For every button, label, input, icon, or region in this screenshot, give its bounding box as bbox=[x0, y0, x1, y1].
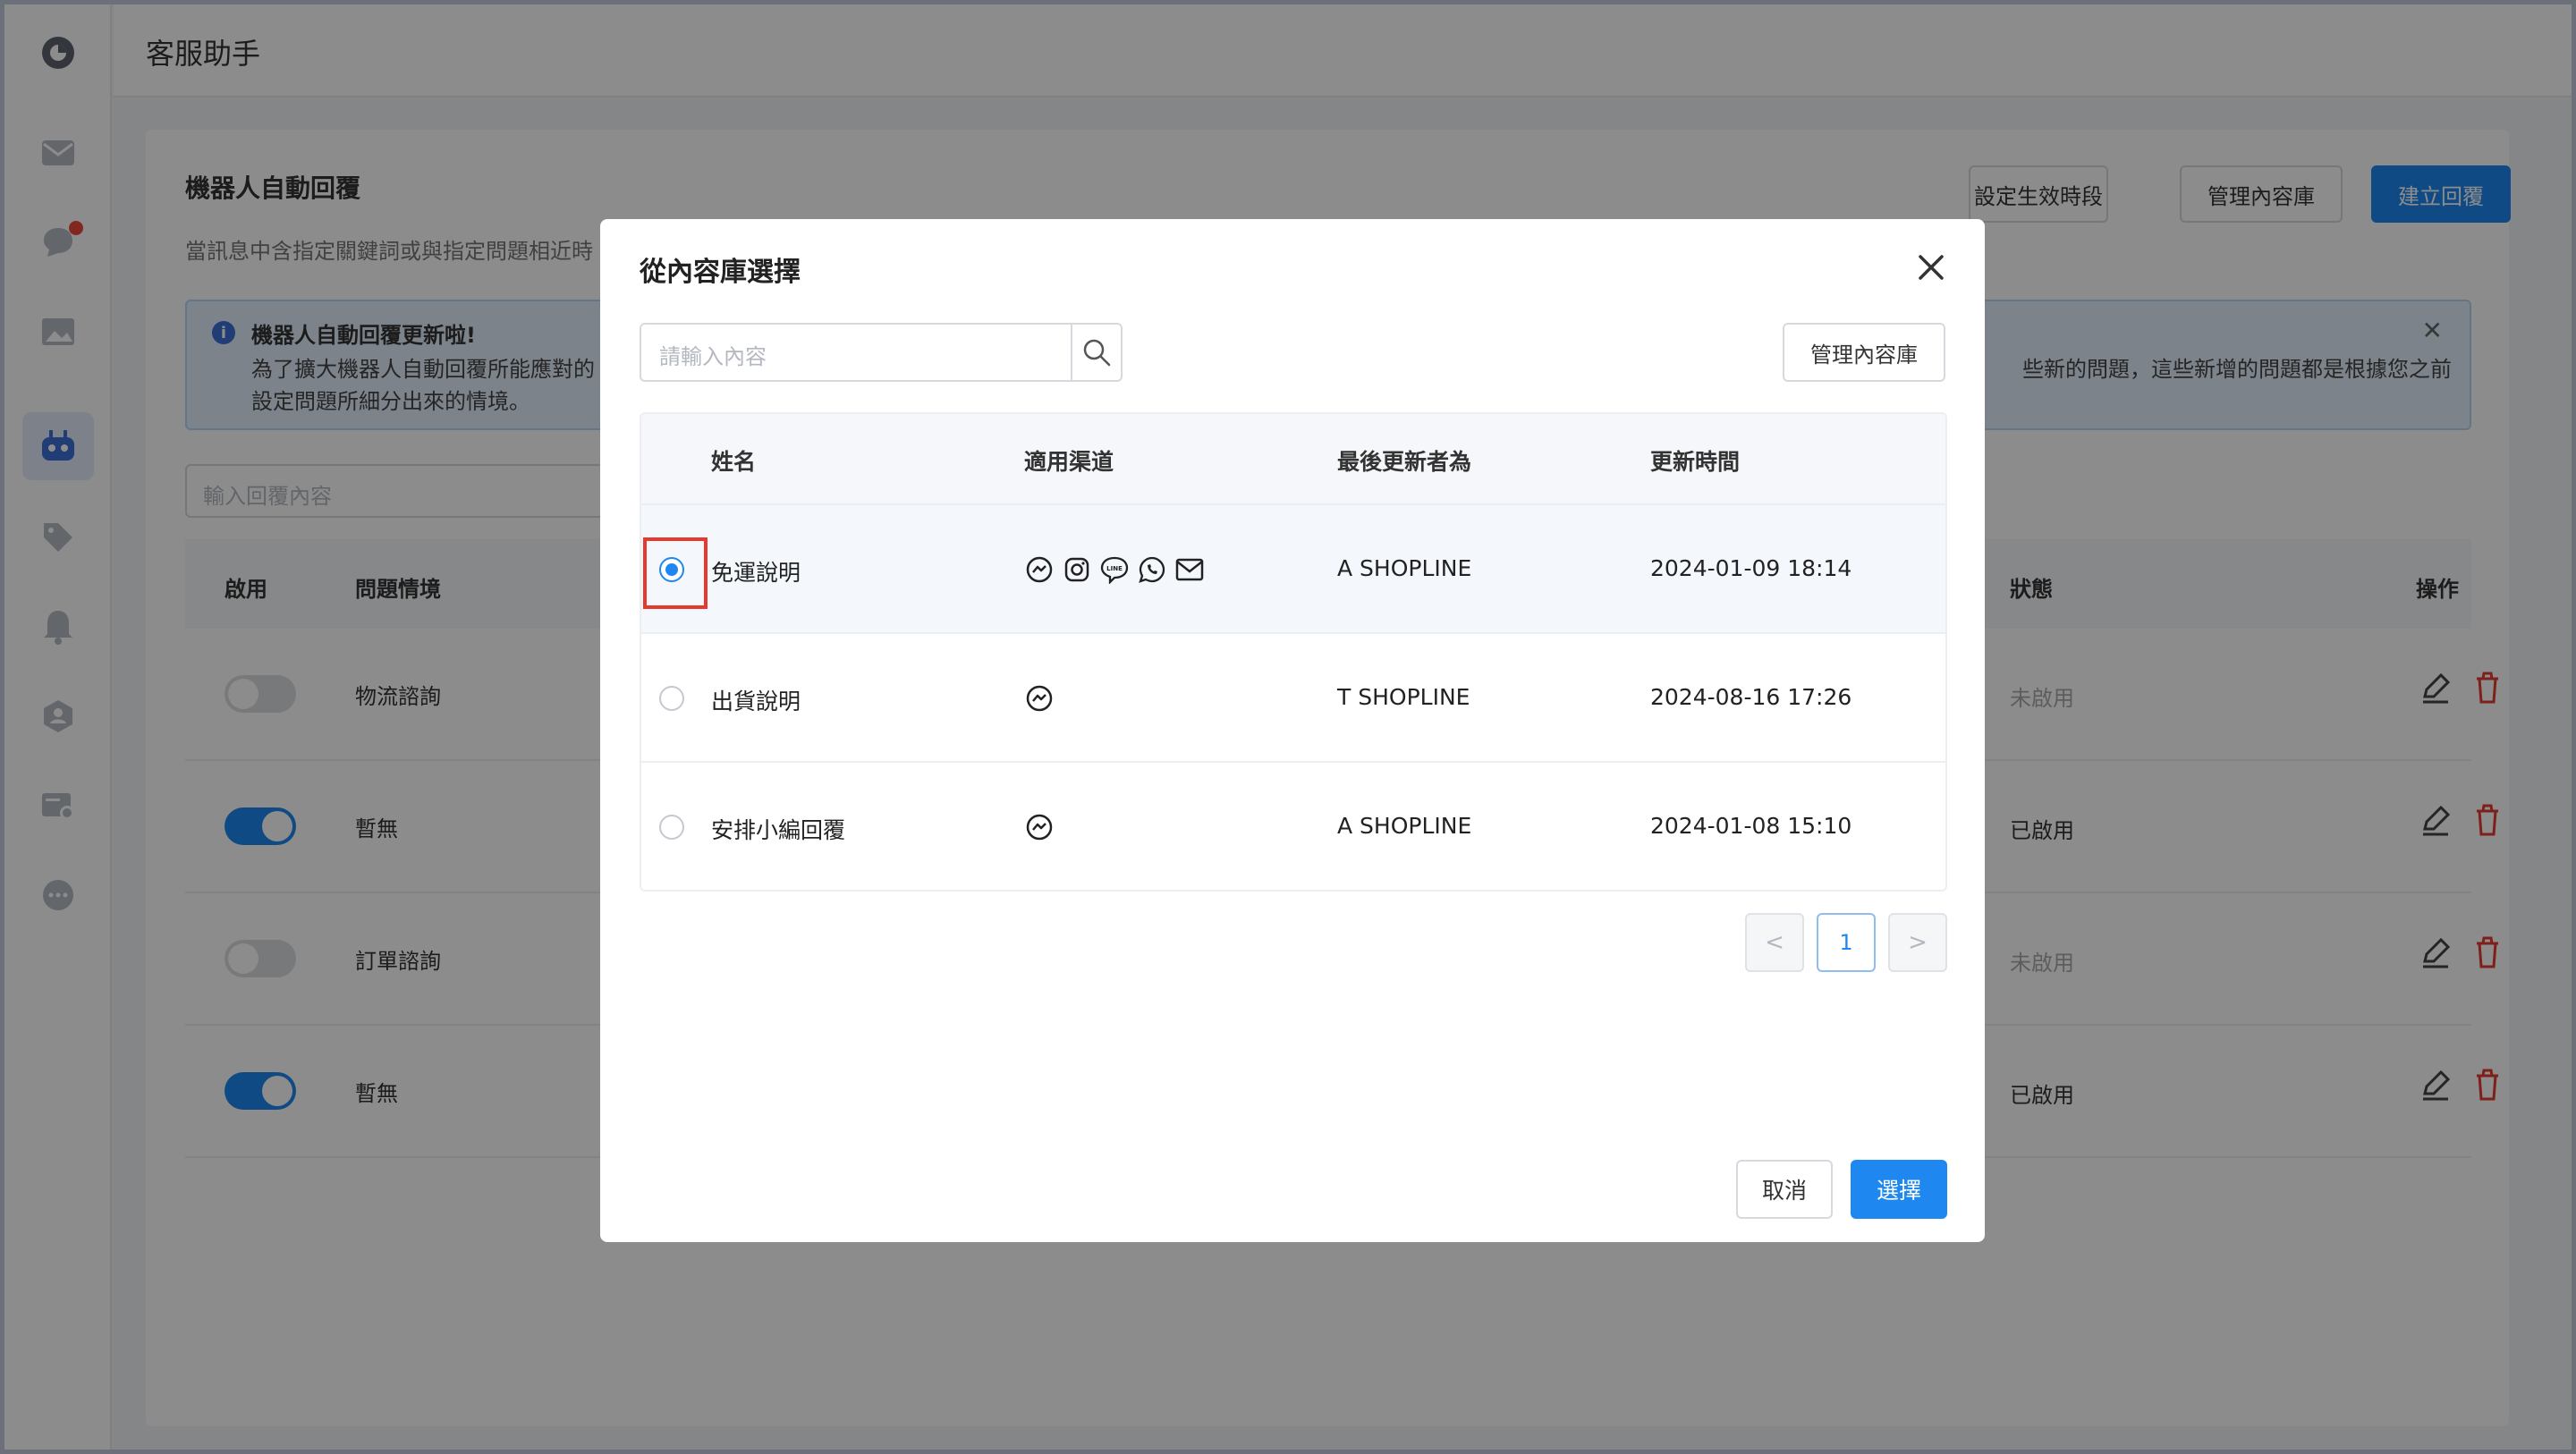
messenger-icon bbox=[1024, 683, 1055, 714]
row-updated-at: 2024-08-16 17:26 bbox=[1650, 684, 1852, 710]
next-page-button[interactable]: > bbox=[1888, 913, 1947, 972]
messenger-icon bbox=[1024, 554, 1055, 585]
search-icon bbox=[1083, 339, 1111, 367]
prev-page-button[interactable]: < bbox=[1745, 913, 1804, 972]
library-select-modal: 從內容庫選擇 請輸入內容 管理內容庫 姓名 適用渠道 最後更新者為 更新時間 免… bbox=[600, 219, 1985, 1242]
select-button[interactable]: 選擇 bbox=[1851, 1160, 1947, 1219]
modal-title: 從內容庫選擇 bbox=[640, 257, 801, 288]
line-icon: LINE bbox=[1099, 554, 1130, 585]
row-updated-at: 2024-01-08 15:10 bbox=[1650, 813, 1852, 839]
library-table: 姓名 適用渠道 最後更新者為 更新時間 免運說明 LINE A SHOPLINE bbox=[640, 412, 1947, 892]
whatsapp-icon bbox=[1137, 554, 1167, 585]
app-screen: 客服助手 機器人自動回覆 當訊息中含指定關鍵詞或與指定問題相近時 設定生效時段 … bbox=[0, 0, 2576, 1454]
channel-icons bbox=[1024, 681, 1055, 716]
header-updated-by: 最後更新者為 bbox=[1337, 449, 1472, 475]
modal-manage-library-button[interactable]: 管理內容庫 bbox=[1783, 323, 1945, 382]
close-icon[interactable] bbox=[1913, 249, 1949, 285]
messenger-icon bbox=[1024, 812, 1055, 842]
row-updated-at: 2024-01-09 18:14 bbox=[1650, 555, 1852, 581]
channel-icons: LINE bbox=[1024, 552, 1205, 588]
row-updated-by: A SHOPLINE bbox=[1337, 813, 1472, 839]
row-name: 免運說明 bbox=[711, 560, 801, 586]
row-radio[interactable] bbox=[659, 686, 684, 711]
row-name: 出貨說明 bbox=[711, 689, 801, 714]
table-row[interactable]: 安排小編回覆 A SHOPLINE 2024-01-08 15:10 bbox=[641, 761, 1945, 890]
row-updated-by: T SHOPLINE bbox=[1337, 684, 1470, 710]
table-row[interactable]: 出貨說明 T SHOPLINE 2024-08-16 17:26 bbox=[641, 632, 1945, 761]
header-name: 姓名 bbox=[711, 449, 757, 475]
row-updated-by: A SHOPLINE bbox=[1337, 555, 1472, 581]
search-button[interactable] bbox=[1071, 323, 1123, 382]
page-number-button[interactable]: 1 bbox=[1817, 913, 1876, 972]
svg-text:LINE: LINE bbox=[1106, 565, 1123, 572]
library-table-header: 姓名 適用渠道 最後更新者為 更新時間 bbox=[641, 414, 1945, 503]
row-radio[interactable] bbox=[659, 815, 684, 840]
row-radio[interactable] bbox=[659, 557, 684, 582]
header-updated-at: 更新時間 bbox=[1650, 449, 1741, 475]
header-channels: 適用渠道 bbox=[1024, 449, 1114, 475]
cancel-button[interactable]: 取消 bbox=[1736, 1160, 1833, 1219]
modal-search-input[interactable]: 請輸入內容 bbox=[640, 323, 1072, 382]
row-name: 安排小編回覆 bbox=[711, 817, 846, 843]
channel-icons bbox=[1024, 809, 1055, 845]
table-row[interactable]: 免運說明 LINE A SHOPLINE 2024-01-09 18:14 bbox=[641, 503, 1945, 632]
instagram-icon bbox=[1062, 554, 1092, 585]
email-icon bbox=[1174, 554, 1205, 585]
